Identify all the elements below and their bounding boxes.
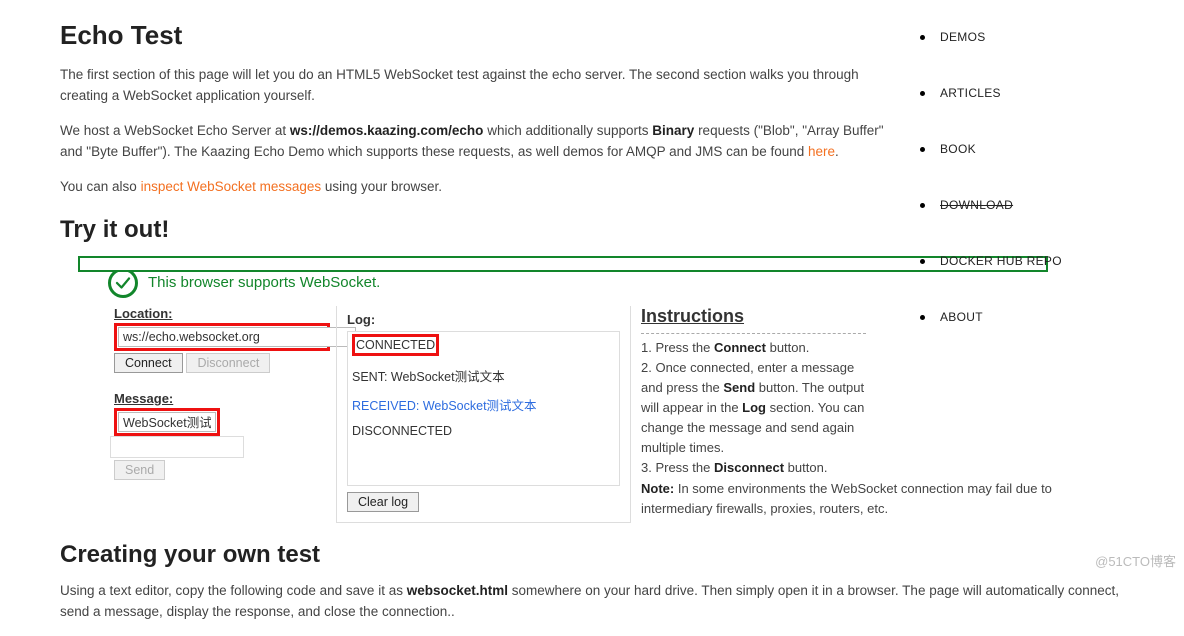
log-output: CONNECTED SENT: WebSocket测试文本 RECEIVED: … bbox=[347, 331, 620, 486]
inspect-link[interactable]: inspect WebSocket messages bbox=[141, 179, 322, 194]
ws-url: ws://demos.kaazing.com/echo bbox=[290, 123, 484, 138]
intro-paragraph-2: We host a WebSocket Echo Server at ws://… bbox=[60, 121, 890, 163]
watermark: @51CTO博客 bbox=[1095, 551, 1176, 570]
intro-paragraph-3: You can also inspect WebSocket messages … bbox=[60, 177, 890, 198]
nav-articles[interactable]: ARTICLES bbox=[920, 86, 1150, 100]
try-it-out-heading: Try it out! bbox=[60, 216, 890, 244]
nav-download[interactable]: DOWNLOAD bbox=[920, 198, 1150, 212]
connected-highlight: CONNECTED bbox=[352, 334, 439, 356]
location-highlight bbox=[114, 323, 330, 351]
creating-heading: Creating your own test bbox=[60, 541, 890, 569]
message-label: Message: bbox=[114, 391, 330, 406]
log-received: RECEIVED: WebSocket测试文本 bbox=[352, 395, 615, 414]
send-button[interactable]: Send bbox=[114, 460, 165, 480]
disconnect-button[interactable]: Disconnect bbox=[186, 353, 270, 373]
nav-docker[interactable]: DOCKER HUB REPO bbox=[920, 254, 1150, 268]
nav-about[interactable]: ABOUT bbox=[920, 310, 1150, 324]
instructions-heading: Instructions bbox=[641, 306, 866, 333]
log-disconnected: DISCONNECTED bbox=[352, 424, 615, 438]
here-link[interactable]: here bbox=[808, 144, 835, 159]
page-title: Echo Test bbox=[60, 20, 890, 51]
log-sent: SENT: WebSocket测试文本 bbox=[352, 366, 615, 385]
intro-paragraph-1: The first section of this page will let … bbox=[60, 65, 890, 107]
location-label: Location: bbox=[114, 306, 330, 321]
support-banner-box bbox=[78, 256, 1048, 272]
clear-log-button[interactable]: Clear log bbox=[347, 492, 419, 512]
nav-demos[interactable]: DEMOS bbox=[920, 30, 1150, 44]
log-label: Log: bbox=[347, 312, 620, 327]
check-icon bbox=[108, 268, 138, 298]
instructions-list: 1. Press the Connect button. 2. Once con… bbox=[641, 333, 866, 519]
message-input[interactable] bbox=[118, 412, 216, 432]
support-text: This browser supports WebSocket. bbox=[148, 274, 380, 291]
side-nav: DEMOS ARTICLES BOOK DOWNLOAD DOCKER HUB … bbox=[890, 20, 1150, 636]
nav-book[interactable]: BOOK bbox=[920, 142, 1150, 156]
connect-button[interactable]: Connect bbox=[114, 353, 183, 373]
message-highlight bbox=[114, 408, 220, 436]
location-input[interactable] bbox=[118, 327, 356, 347]
